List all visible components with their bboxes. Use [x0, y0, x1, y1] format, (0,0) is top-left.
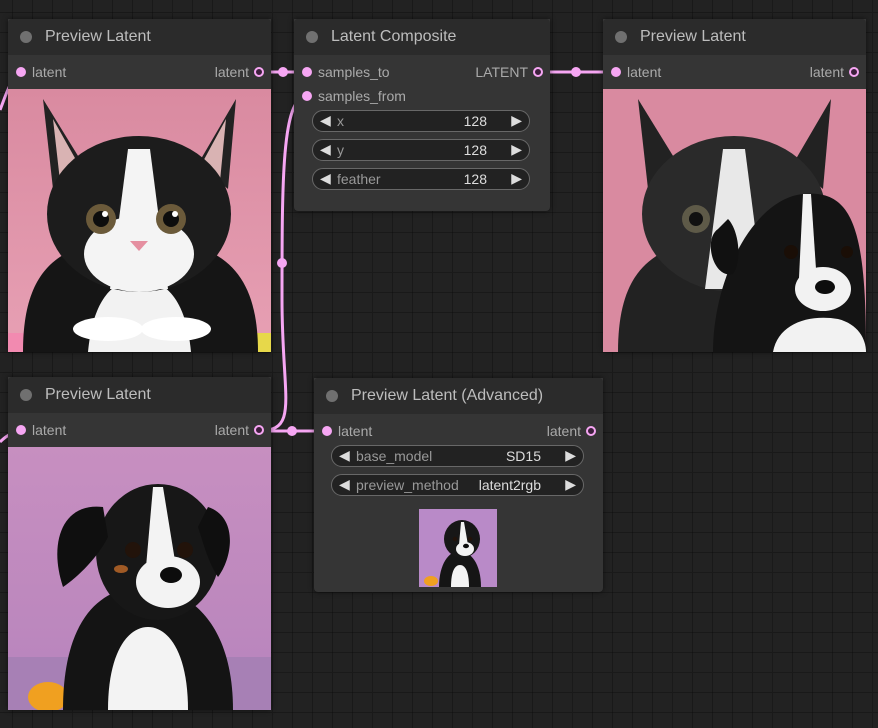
latent-output-slot[interactable]: [849, 67, 859, 77]
increment-arrow-icon[interactable]: ▶: [511, 112, 522, 129]
next-arrow-icon[interactable]: ▶: [565, 447, 576, 464]
composite-preview-image: [603, 89, 866, 352]
widget-value: 128: [463, 142, 487, 158]
next-arrow-icon[interactable]: ▶: [565, 476, 576, 493]
decrement-arrow-icon[interactable]: ◀: [320, 112, 331, 129]
latent-input-slot[interactable]: [16, 67, 26, 77]
link-midpoint: [278, 67, 288, 77]
widget-label: x: [337, 113, 344, 129]
puppy-thumbnail-image: [419, 509, 497, 587]
node-dot-icon[interactable]: [20, 31, 32, 43]
node-title: Preview Latent: [45, 386, 151, 403]
node-header[interactable]: Latent Composite: [294, 19, 550, 55]
y-number-widget[interactable]: ◀ y 128 ▶: [312, 139, 530, 161]
slot-row: latent latent: [8, 60, 271, 84]
latent-input-label: latent: [32, 422, 67, 438]
widget-label: feather: [337, 171, 381, 187]
latent-input-slot[interactable]: [16, 425, 26, 435]
latent-input-slot[interactable]: [611, 67, 621, 77]
preview-latent-node-1[interactable]: Preview Latent latent latent: [8, 19, 271, 352]
previous-arrow-icon[interactable]: ◀: [339, 447, 350, 464]
latent-output-label: latent: [214, 64, 249, 80]
puppy-preview-image: [8, 447, 271, 710]
previous-arrow-icon[interactable]: ◀: [339, 476, 350, 493]
widget-value: latent2rgb: [478, 477, 541, 493]
node-dot-icon[interactable]: [615, 31, 627, 43]
widget-value: 128: [463, 171, 487, 187]
node-title: Preview Latent: [640, 28, 746, 45]
slot-row: latent latent: [314, 419, 603, 443]
latent-output-label: latent: [214, 422, 249, 438]
latent-composite-node[interactable]: Latent Composite samples_to LATENT sampl…: [294, 19, 550, 211]
node-header[interactable]: Preview Latent: [603, 19, 866, 55]
node-dot-icon[interactable]: [20, 389, 32, 401]
node-title: Preview Latent (Advanced): [351, 387, 544, 404]
samples-to-input-slot[interactable]: [302, 67, 312, 77]
widget-label: y: [337, 142, 344, 158]
samples-from-input-slot[interactable]: [302, 91, 312, 101]
slot-row: samples_from: [294, 84, 550, 108]
latent-input-label: latent: [627, 64, 662, 80]
preview-method-combo-widget[interactable]: ◀ preview_method latent2rgb ▶: [331, 474, 584, 496]
link-midpoint: [287, 426, 297, 436]
slot-row: samples_to LATENT: [294, 60, 550, 84]
latent-input-label: latent: [338, 423, 373, 439]
widget-label: base_model: [356, 448, 433, 464]
node-title: Preview Latent: [45, 28, 151, 45]
node-header[interactable]: Preview Latent: [8, 19, 271, 55]
latent-output-slot[interactable]: [254, 67, 264, 77]
node-header[interactable]: Preview Latent (Advanced): [314, 378, 603, 414]
slot-row: latent latent: [8, 418, 271, 442]
widget-value: SD15: [505, 448, 541, 464]
latent-output-slot[interactable]: [254, 425, 264, 435]
increment-arrow-icon[interactable]: ▶: [511, 170, 522, 187]
latent-output-label: latent: [546, 423, 581, 439]
node-dot-icon[interactable]: [326, 390, 338, 402]
link-midpoint: [277, 258, 287, 268]
node-title: Latent Composite: [331, 28, 457, 45]
latent-input-label: latent: [32, 64, 67, 80]
node-dot-icon[interactable]: [306, 31, 318, 43]
preview-latent-node-2[interactable]: Preview Latent latent latent: [8, 377, 271, 710]
widget-value: 128: [463, 113, 487, 129]
decrement-arrow-icon[interactable]: ◀: [320, 141, 331, 158]
widget-label: preview_method: [356, 477, 459, 493]
feather-number-widget[interactable]: ◀ feather 128 ▶: [312, 168, 530, 190]
latent-input-slot[interactable]: [322, 426, 332, 436]
node-header[interactable]: Preview Latent: [8, 377, 271, 413]
latent-output-label: LATENT: [475, 64, 528, 80]
latent-output-slot[interactable]: [586, 426, 596, 436]
slot-row: latent latent: [603, 60, 866, 84]
base-model-combo-widget[interactable]: ◀ base_model SD15 ▶: [331, 445, 584, 467]
kitten-preview-image: [8, 89, 271, 352]
link-midpoint: [571, 67, 581, 77]
samples-from-label: samples_from: [318, 88, 406, 104]
samples-to-label: samples_to: [318, 64, 390, 80]
latent-output-label: latent: [809, 64, 844, 80]
preview-latent-node-3[interactable]: Preview Latent latent latent: [603, 19, 866, 352]
latent-output-slot[interactable]: [533, 67, 543, 77]
decrement-arrow-icon[interactable]: ◀: [320, 170, 331, 187]
x-number-widget[interactable]: ◀ x 128 ▶: [312, 110, 530, 132]
increment-arrow-icon[interactable]: ▶: [511, 141, 522, 158]
preview-latent-advanced-node[interactable]: Preview Latent (Advanced) latent latent …: [314, 378, 603, 592]
